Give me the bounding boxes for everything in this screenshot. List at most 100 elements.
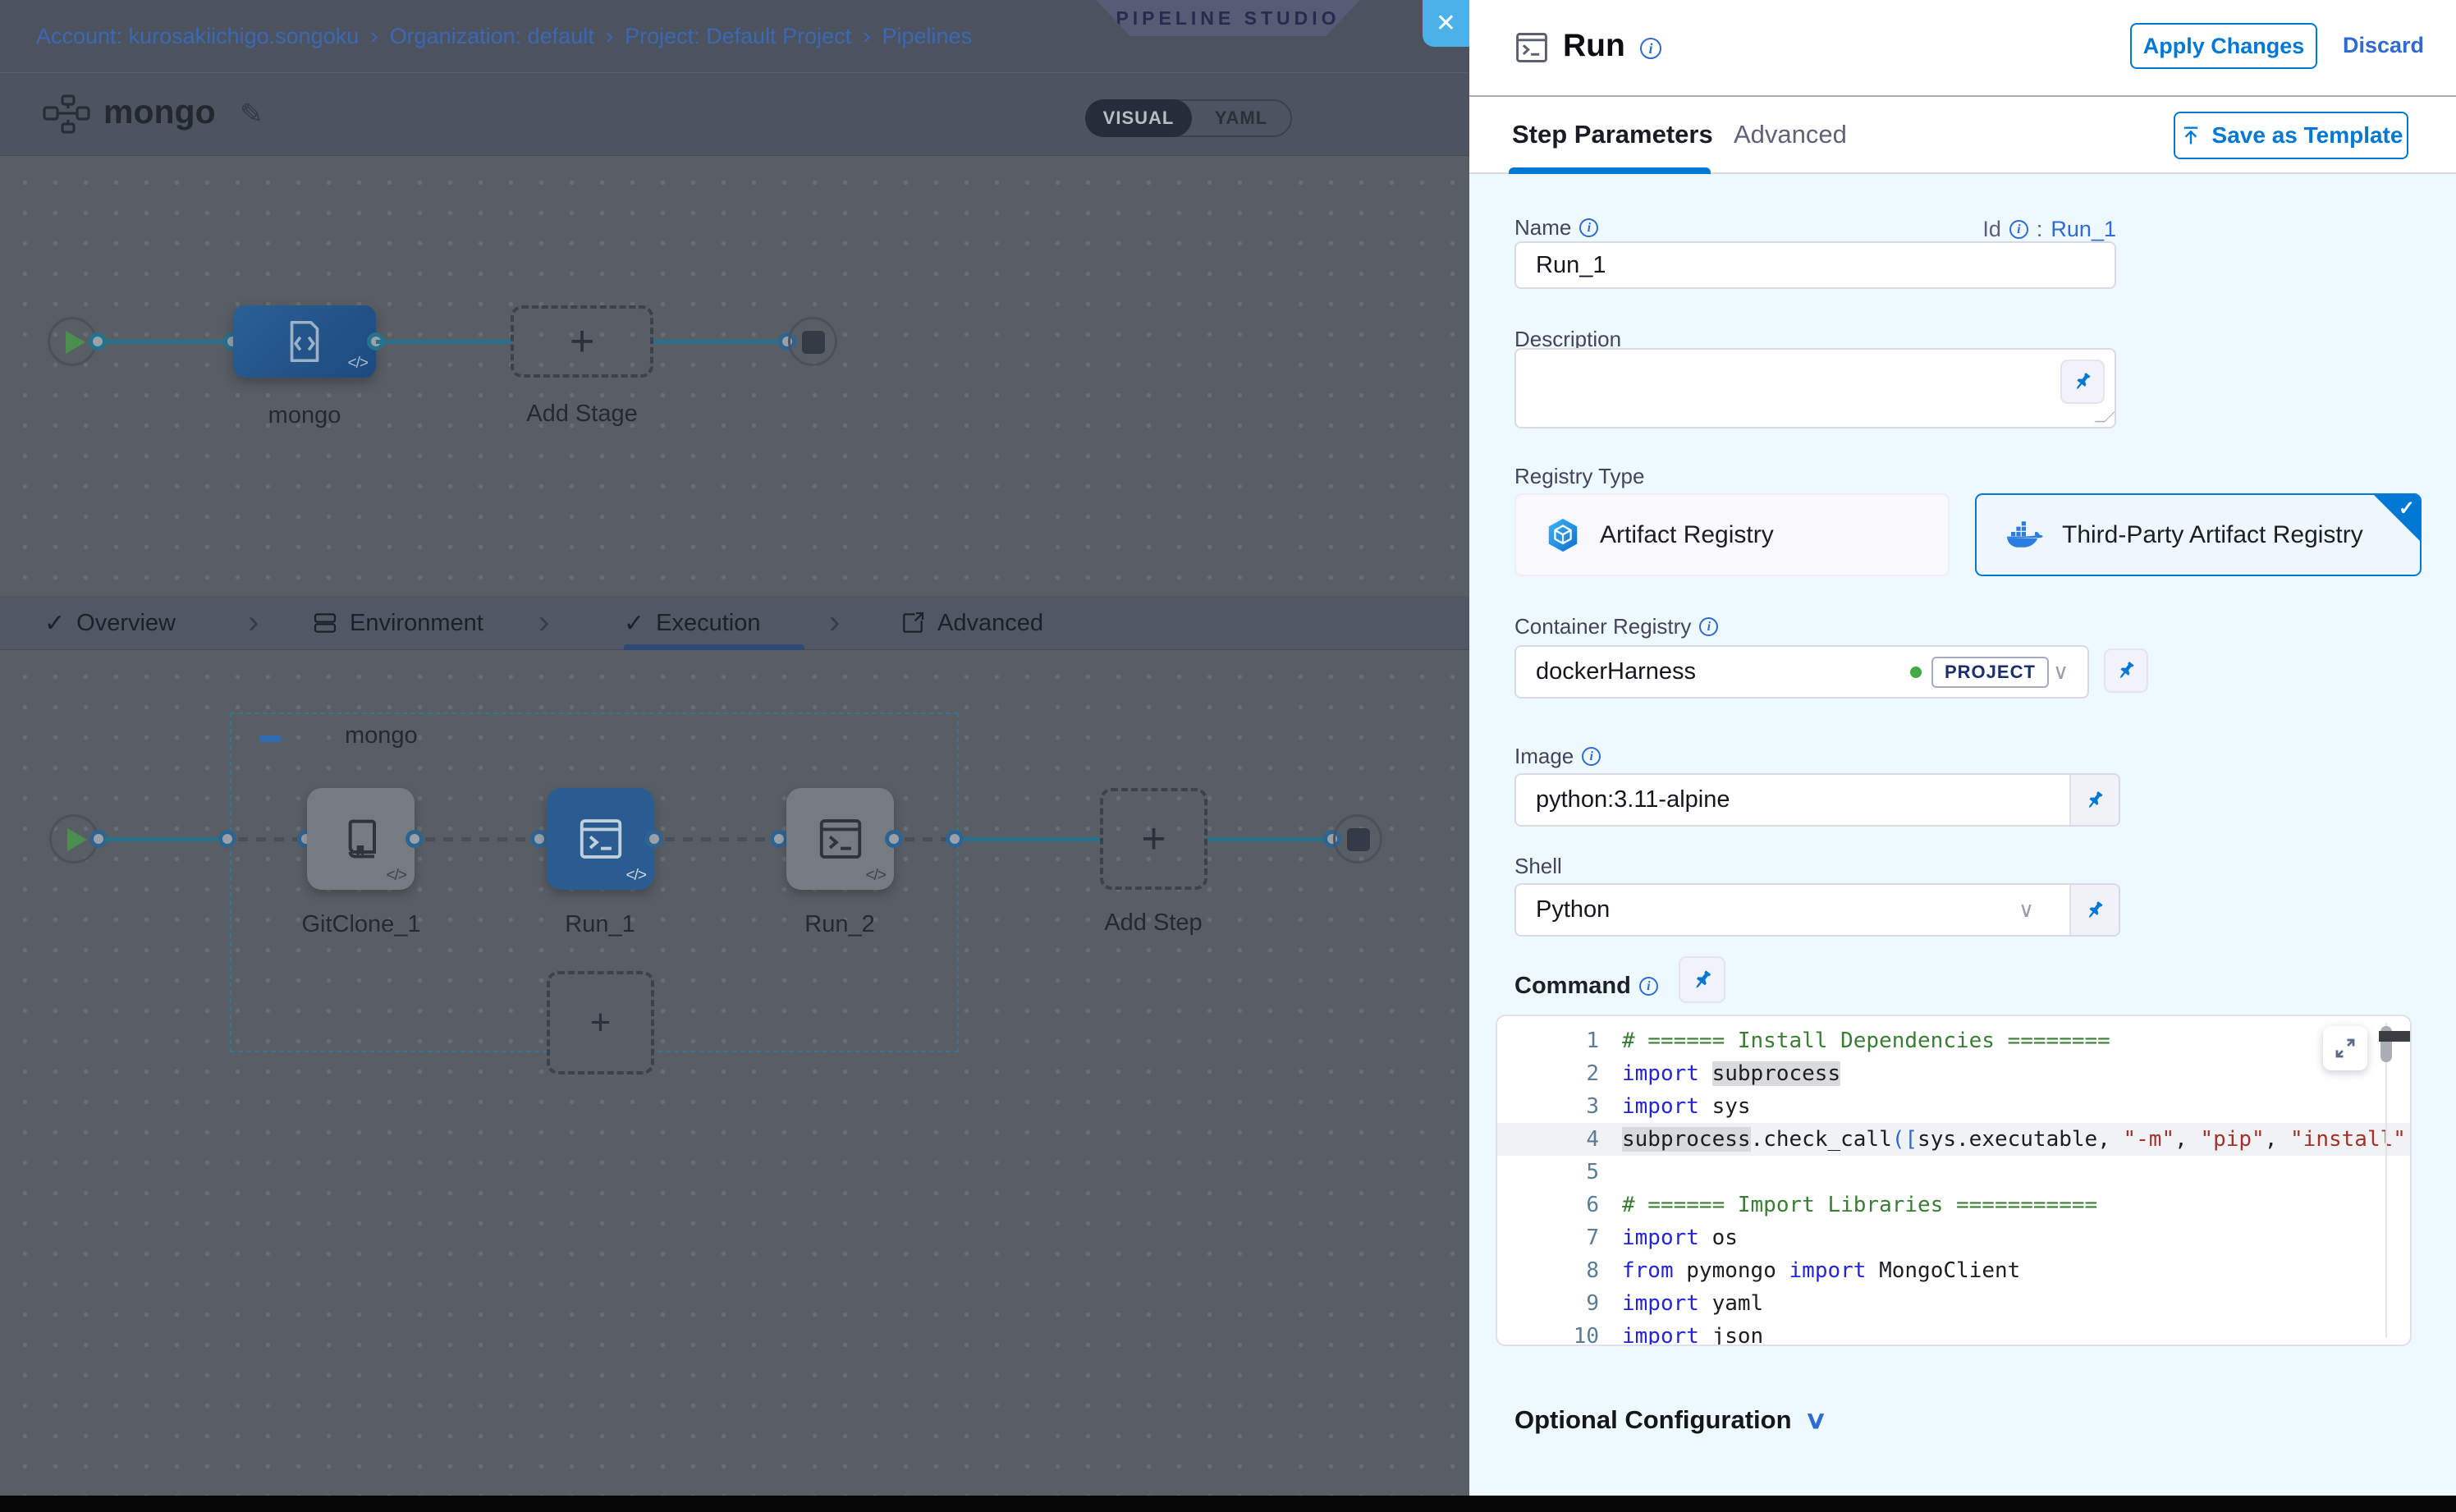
- shell-select[interactable]: Python ∨: [1514, 883, 2120, 937]
- container-registry-input[interactable]: dockerHarness PROJECT ∨: [1514, 645, 2089, 699]
- add-step-label: Add Step: [1104, 909, 1202, 937]
- code-line: 2import subprocess: [1497, 1057, 2410, 1090]
- info-icon[interactable]: i: [1640, 38, 1661, 59]
- tab-step-parameters[interactable]: Step Parameters: [1512, 120, 1713, 149]
- pin-icon: [2115, 659, 2138, 682]
- info-icon[interactable]: i: [2009, 220, 2028, 239]
- execution-graph-canvas: mongo </> </>: [0, 650, 1469, 1496]
- tab-advanced[interactable]: Advanced: [1734, 120, 1847, 149]
- step-label: GitClone_1: [301, 911, 420, 938]
- breadcrumb: Account: kurosakiichigo.songoku › Organi…: [36, 0, 972, 72]
- edit-pipeline-icon[interactable]: ✎: [240, 98, 263, 131]
- id-label: Id: [1982, 217, 2001, 242]
- step-label: Run_2: [804, 911, 874, 938]
- container-registry-value: dockerHarness: [1536, 658, 1696, 685]
- name-input[interactable]: Run_1: [1514, 241, 2116, 289]
- active-tab-underline: [624, 644, 804, 650]
- apply-changes-button[interactable]: Apply Changes: [2130, 23, 2317, 69]
- run-step-icon: [1512, 30, 1551, 66]
- group-label: mongo: [345, 722, 418, 749]
- tab-execution-label: Execution: [656, 610, 760, 637]
- pin-runtime-input-button[interactable]: [2069, 775, 2119, 825]
- step-node-run-1[interactable]: </>: [547, 788, 654, 890]
- pipeline-end-node[interactable]: [788, 317, 837, 366]
- chevron-down-icon: ∨: [2018, 897, 2034, 923]
- name-label: Namei: [1514, 215, 1598, 241]
- tab-execution[interactable]: ✓ Execution: [624, 596, 761, 650]
- chevron-down-icon: ∨: [1803, 1406, 1827, 1435]
- code-badge-icon: </>: [387, 867, 406, 885]
- code-line: 4subprocess.check_call([sys.executable, …: [1497, 1123, 2410, 1156]
- tab-advanced-label: Advanced: [937, 610, 1043, 637]
- toggle-yaml[interactable]: YAML: [1192, 101, 1290, 135]
- check-icon: ✓: [44, 609, 65, 638]
- close-panel-button[interactable]: ✕: [1423, 0, 1469, 47]
- breadcrumb-pipelines[interactable]: Pipelines: [882, 24, 973, 49]
- check-icon: ✓: [624, 609, 644, 638]
- pin-icon: [2083, 899, 2106, 922]
- registry-option-label: Artifact Registry: [1600, 521, 1774, 549]
- code-line: 3import sys: [1497, 1090, 2410, 1123]
- connectivity-status-dot: [1910, 667, 1922, 678]
- code-line: 9import yaml: [1497, 1287, 2410, 1320]
- chevron-down-icon[interactable]: ∨: [2053, 659, 2069, 685]
- add-stage-node[interactable]: +: [511, 305, 653, 378]
- code-badge-icon: </>: [626, 867, 646, 885]
- image-input[interactable]: python:3.11-alpine: [1514, 773, 2120, 827]
- shell-label: Shell: [1514, 854, 1562, 879]
- toggle-visual[interactable]: VISUAL: [1085, 99, 1192, 137]
- breadcrumb-account[interactable]: Account: kurosakiichigo.songoku: [36, 24, 359, 49]
- registry-option-artifact[interactable]: Artifact Registry: [1514, 493, 1950, 576]
- pipeline-studio-badge: PIPELINE STUDIO: [1096, 0, 1360, 36]
- code-line: 6# ====== Import Libraries ===========: [1497, 1189, 2410, 1221]
- add-stage-label: Add Stage: [526, 401, 637, 428]
- resize-handle[interactable]: [2094, 412, 2115, 423]
- connector-line: [376, 340, 511, 344]
- add-step-node[interactable]: +: [1100, 788, 1207, 890]
- stage-node-mongo[interactable]: </>: [233, 305, 376, 378]
- top-bar: Account: kurosakiichigo.songoku › Organi…: [0, 0, 1469, 72]
- stage-label: mongo: [268, 402, 341, 429]
- tab-overview-label: Overview: [76, 610, 176, 637]
- command-code-editor[interactable]: 1# ====== Install Dependencies ========2…: [1496, 1015, 2412, 1346]
- plus-icon: +: [1141, 818, 1166, 860]
- stop-icon: [802, 331, 825, 354]
- connector-port: [645, 830, 663, 848]
- step-node-gitclone-1[interactable]: </>: [307, 788, 415, 890]
- breadcrumb-organization[interactable]: Organization: default: [390, 24, 594, 49]
- execution-end-node[interactable]: [1333, 814, 1382, 864]
- registry-option-third-party[interactable]: Third-Party Artifact Registry ✓: [1975, 493, 2422, 576]
- tab-environment[interactable]: Environment: [312, 596, 483, 650]
- container-registry-label: Container Registryi: [1514, 614, 1718, 639]
- collapse-group-icon[interactable]: [259, 735, 282, 742]
- step-node-run-2[interactable]: </>: [786, 788, 894, 890]
- command-editor-lines: 1# ====== Install Dependencies ========2…: [1497, 1024, 2410, 1346]
- pin-runtime-input-button[interactable]: [2104, 648, 2148, 693]
- visual-yaml-toggle: VISUAL YAML: [1085, 99, 1292, 137]
- bottom-system-bar: [0, 1496, 2456, 1512]
- connector-port: [530, 830, 548, 848]
- breadcrumb-project[interactable]: Project: Default Project: [625, 24, 851, 49]
- save-as-template-button[interactable]: Save as Template: [2174, 112, 2408, 159]
- description-textarea[interactable]: [1514, 348, 2116, 428]
- connector-dotted-line: [238, 837, 300, 841]
- optional-configuration-toggle[interactable]: Optional Configuration ∨: [1514, 1405, 1824, 1435]
- info-icon[interactable]: i: [1582, 747, 1601, 766]
- pin-runtime-input-button[interactable]: [2069, 885, 2119, 935]
- info-icon[interactable]: i: [1639, 977, 1658, 996]
- pin-runtime-input-button[interactable]: [1679, 956, 1725, 1003]
- expand-editor-button[interactable]: [2323, 1026, 2367, 1070]
- step-config-panel: ✕ Run i Apply Changes Discard Step Param…: [1469, 0, 2456, 1496]
- info-icon[interactable]: i: [1579, 218, 1598, 237]
- chevron-right-icon: ›: [538, 604, 549, 641]
- connector-port: [218, 830, 236, 848]
- tab-overview[interactable]: ✓ Overview: [44, 596, 176, 650]
- info-icon[interactable]: i: [1699, 617, 1718, 636]
- add-parallel-step-node[interactable]: +: [547, 971, 654, 1074]
- discard-button[interactable]: Discard: [2343, 33, 2424, 58]
- pin-runtime-input-button[interactable]: [2060, 360, 2105, 404]
- id-value-link[interactable]: Run_1: [2050, 217, 2116, 242]
- panel-title: Run: [1563, 28, 1625, 64]
- tab-advanced[interactable]: Advanced: [900, 596, 1043, 650]
- connector-line: [99, 340, 236, 344]
